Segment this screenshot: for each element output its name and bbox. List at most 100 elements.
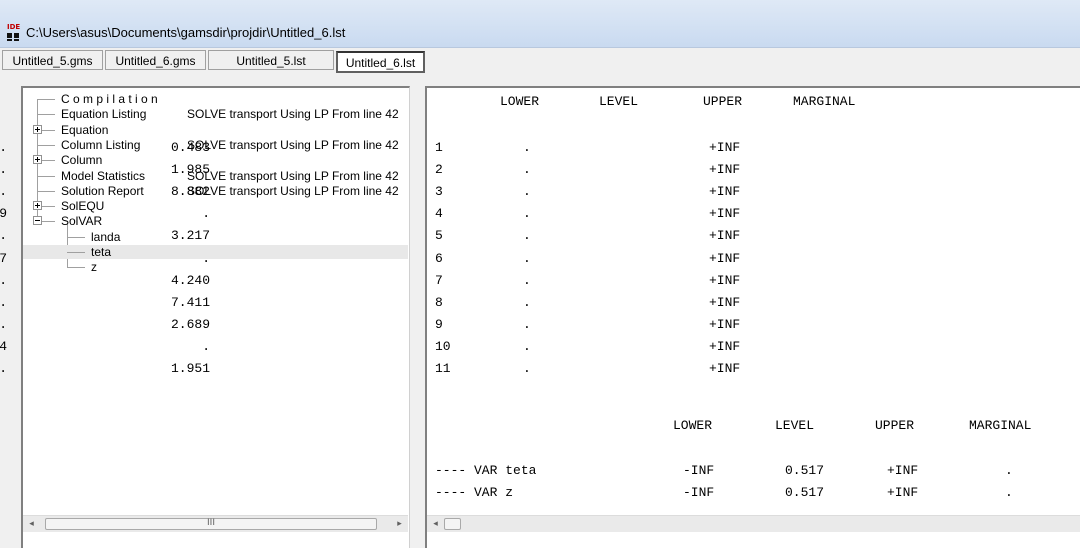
row-index: 11 bbox=[435, 361, 451, 376]
scroll-thumb[interactable] bbox=[444, 518, 461, 530]
listing-tree-pane[interactable]: C o m p i l a t i o n Equation Listing SOL… bbox=[21, 86, 410, 548]
cell-upper: +INF bbox=[709, 228, 741, 244]
cell-level: . bbox=[0, 162, 7, 177]
scroll-left-arrow-icon[interactable]: ◂ bbox=[427, 516, 444, 533]
cell-lower: . bbox=[523, 184, 531, 200]
row-index: 8 bbox=[435, 294, 443, 310]
cell-lower: . bbox=[523, 294, 531, 310]
cell-marginal: 2.689 bbox=[170, 316, 210, 332]
tree-item-description: SOLVE transport Using LP From line 42 bbox=[187, 183, 399, 198]
cell-lower: . bbox=[523, 361, 531, 376]
column-header: LOWER bbox=[500, 94, 540, 109]
tree-item-label: Model Statistics bbox=[61, 168, 146, 183]
var-column-header: MARGINAL bbox=[969, 418, 1032, 433]
cell-marginal: . bbox=[202, 338, 210, 354]
tree-item-label: Column Listing bbox=[61, 137, 141, 152]
expand-plus-icon[interactable] bbox=[33, 155, 42, 165]
app-icon-label: IDE bbox=[7, 23, 21, 31]
scroll-thumb[interactable]: III bbox=[45, 518, 377, 530]
cell-level: . bbox=[0, 140, 7, 155]
tree-item-label: SolVAR bbox=[61, 214, 103, 229]
cell-marginal: 0.483 bbox=[170, 140, 210, 155]
tree-item-columnlisting[interactable]: Column Listing SOLVE transport Using LP F… bbox=[23, 138, 408, 152]
cell-marginal: 1.951 bbox=[170, 361, 210, 376]
tree-connector-line bbox=[42, 129, 55, 131]
cell-level: . bbox=[0, 317, 7, 332]
tree-item-label: Equation Listing bbox=[61, 107, 147, 122]
cell-level: . bbox=[0, 228, 7, 243]
tree-item-equationlisting[interactable]: Equation Listing SOLVE transport Using LP… bbox=[23, 107, 408, 121]
var-level: 0.517 bbox=[785, 463, 825, 478]
tree-item-compilation[interactable]: C o m p i l a t i o n bbox=[23, 92, 408, 106]
tree-item-solutionreport[interactable]: Solution Report SOLVE transport Using LP … bbox=[23, 184, 408, 198]
expand-plus-icon[interactable] bbox=[33, 124, 42, 134]
tree-connector-line bbox=[67, 252, 85, 253]
cell-level: . bbox=[0, 184, 7, 199]
tree-item-label: teta bbox=[91, 245, 112, 259]
pane-splitter[interactable] bbox=[410, 80, 425, 547]
tree-connector-line bbox=[37, 114, 55, 116]
tree-connector-line bbox=[37, 175, 55, 177]
cell-upper: +INF bbox=[709, 361, 741, 376]
tree-connector-line bbox=[42, 221, 55, 223]
var-column-header: UPPER bbox=[875, 418, 915, 433]
scroll-left-arrow-icon[interactable]: ◂ bbox=[23, 516, 40, 533]
tab-untitled-5-lst[interactable]: Untitled_5.lst bbox=[208, 50, 334, 70]
tree-item-teta[interactable]: teta bbox=[23, 245, 408, 259]
cell-lower: . bbox=[523, 228, 531, 244]
tree-item-label: landa bbox=[91, 229, 121, 244]
cell-marginal: 4.240 bbox=[170, 272, 210, 288]
cell-lower: . bbox=[523, 206, 531, 222]
tree-item-z[interactable]: z bbox=[23, 260, 408, 274]
collapse-minus-icon[interactable] bbox=[33, 216, 42, 226]
var-lower: -INF bbox=[683, 463, 715, 478]
cell-lower: . bbox=[523, 140, 531, 155]
cell-level: 0.884 bbox=[0, 338, 7, 354]
cell-upper: +INF bbox=[709, 162, 741, 178]
tree-item-modelstatistics[interactable]: Model Statistics SOLVE transport Using LP… bbox=[23, 169, 408, 183]
tab-untitled-5-gms[interactable]: Untitled_5.gms bbox=[2, 50, 103, 70]
tree-connector-line bbox=[42, 206, 55, 208]
cell-upper: +INF bbox=[709, 272, 741, 288]
scroll-right-arrow-icon[interactable]: ▸ bbox=[391, 516, 408, 533]
var-upper: +INF bbox=[887, 485, 919, 500]
cell-marginal: 1.985 bbox=[170, 162, 210, 178]
cell-lower: . bbox=[523, 162, 531, 178]
row-index: 6 bbox=[435, 250, 443, 266]
cell-upper: +INF bbox=[709, 206, 741, 222]
cell-level: . bbox=[0, 361, 7, 376]
tree-item-column[interactable]: Column bbox=[23, 153, 408, 167]
tree-item-solvar[interactable]: SolVAR bbox=[23, 214, 408, 228]
file-tabs: Untitled_5.gms Untitled_6.gms Untitled_5… bbox=[0, 50, 1080, 74]
window-title-bar[interactable]: IDE C:\Users\asus\Documents\gamsdir\proj… bbox=[0, 0, 1080, 48]
var-upper: +INF bbox=[887, 463, 919, 478]
tree-horizontal-scrollbar[interactable]: ◂ III ▸ bbox=[23, 515, 408, 532]
expand-plus-icon[interactable] bbox=[33, 201, 42, 211]
var-name: ---- VAR z bbox=[435, 485, 514, 500]
cell-upper: +INF bbox=[709, 140, 741, 155]
row-index: 2 bbox=[435, 162, 443, 178]
row-index: 4 bbox=[435, 206, 443, 222]
tree-item-solequ[interactable]: SolEQU bbox=[23, 199, 408, 213]
cell-marginal: . bbox=[202, 250, 210, 266]
cell-upper: +INF bbox=[709, 250, 741, 266]
cell-lower: . bbox=[523, 272, 531, 288]
listing-content-pane[interactable]: LOWER LEVEL UPPER MARGINAL 1.. +INF 0.483 2.. +I… bbox=[0, 86, 1080, 548]
tree-item-description: SOLVE transport Using LP From line 42 bbox=[187, 137, 399, 152]
var-marginal: . bbox=[1005, 485, 1013, 500]
cell-lower: . bbox=[523, 250, 531, 266]
row-index: 5 bbox=[435, 228, 443, 244]
tree-item-equation[interactable]: Equation bbox=[23, 123, 408, 137]
row-index: 9 bbox=[435, 316, 443, 332]
column-header: MARGINAL bbox=[793, 94, 856, 109]
tree-item-landa[interactable]: landa bbox=[23, 230, 408, 244]
cell-upper: +INF bbox=[709, 316, 741, 332]
tab-untitled-6-lst[interactable]: Untitled_6.lst bbox=[336, 51, 425, 73]
tree-item-description: SOLVE transport Using LP From line 42 bbox=[187, 107, 399, 122]
listing-horizontal-scrollbar[interactable]: ◂ bbox=[427, 515, 1080, 532]
tree-item-label: C o m p i l a t i o n bbox=[61, 92, 158, 106]
tree-item-label: Column bbox=[61, 153, 103, 168]
row-index: 7 bbox=[435, 272, 443, 288]
column-header: UPPER bbox=[703, 94, 743, 109]
tab-untitled-6-gms[interactable]: Untitled_6.gms bbox=[105, 50, 206, 70]
